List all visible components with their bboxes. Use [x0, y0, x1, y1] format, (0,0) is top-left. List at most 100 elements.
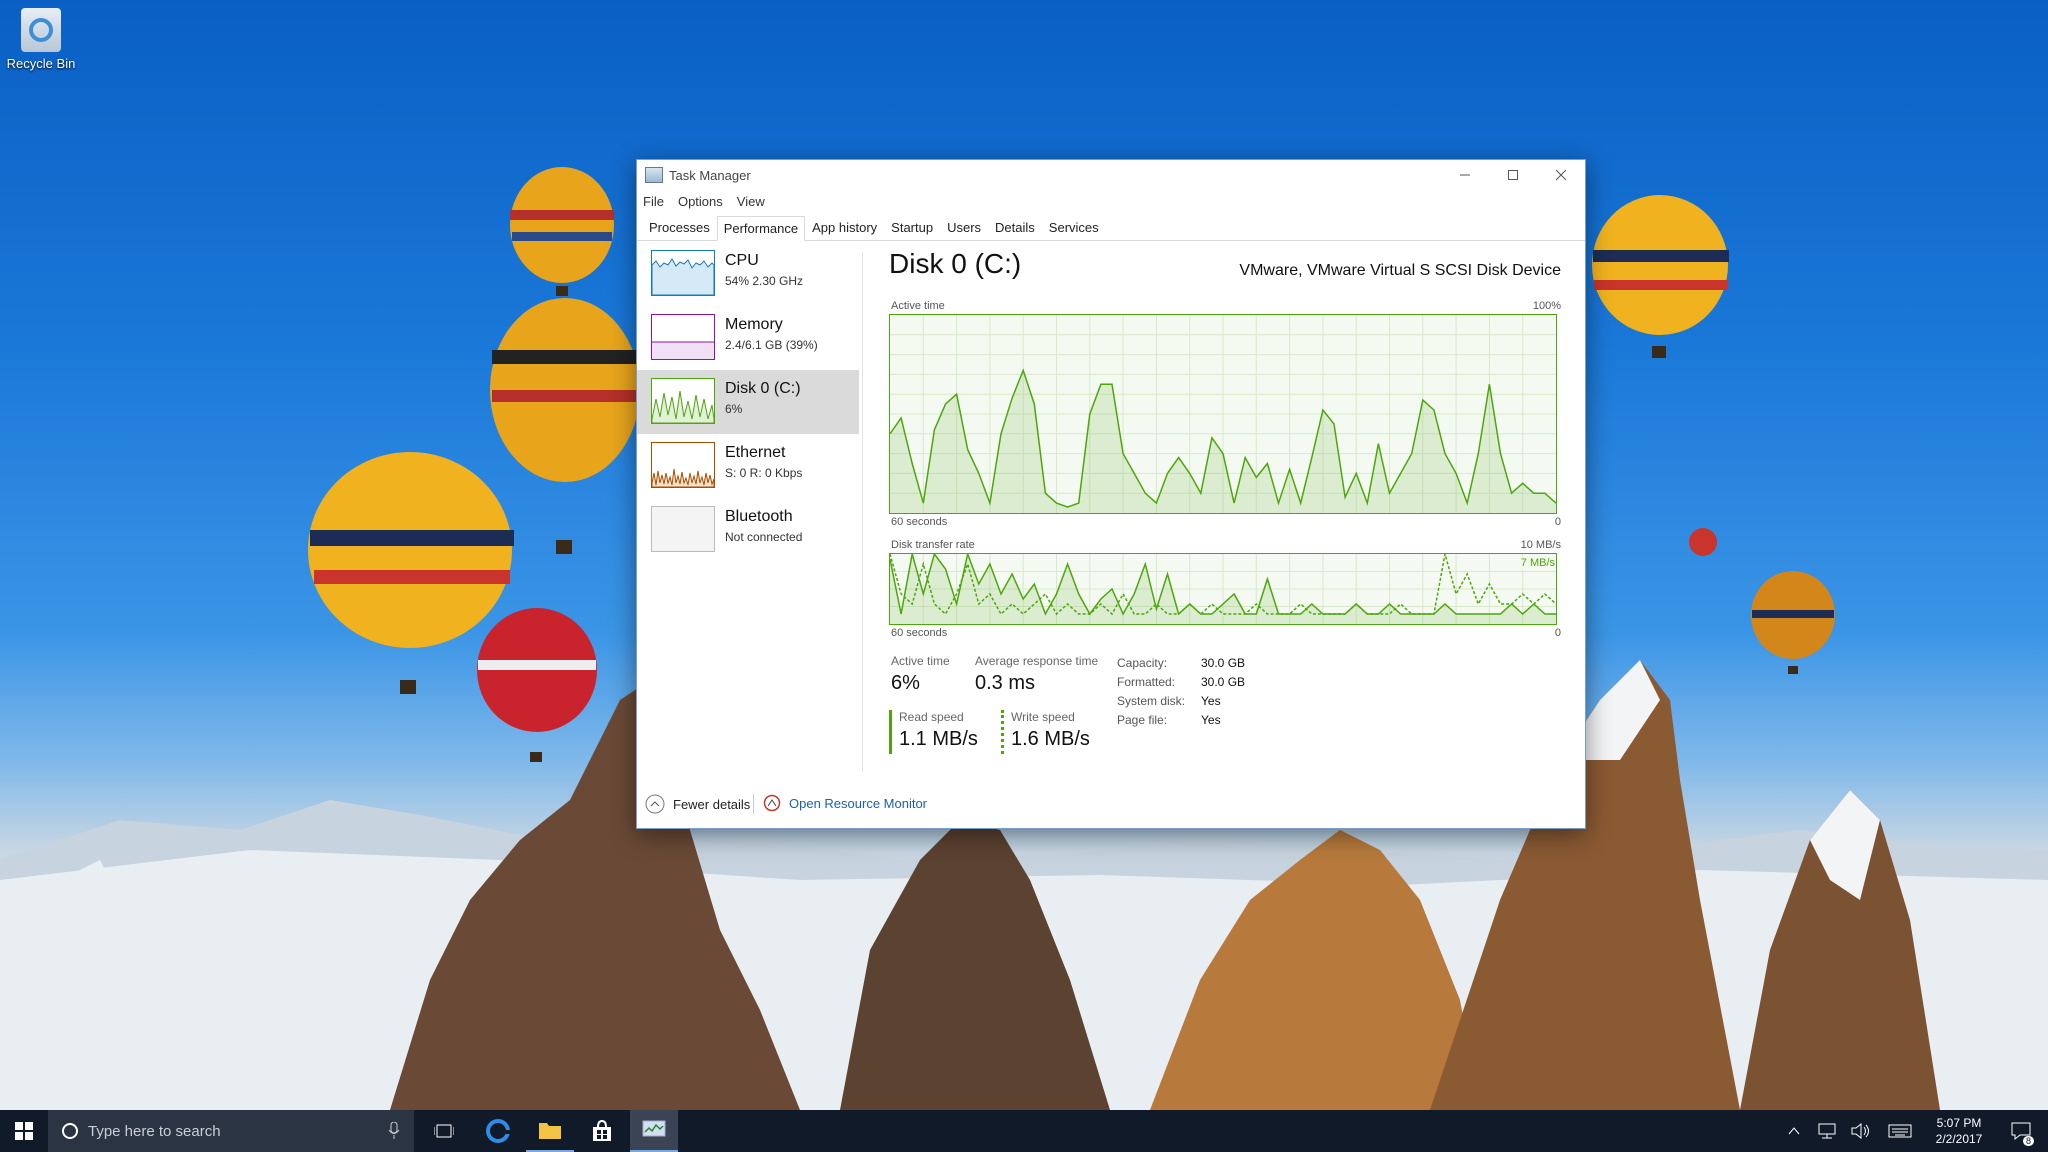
transfer-chart-max: 10 MB/s: [1521, 539, 1561, 551]
tab-details[interactable]: Details: [988, 215, 1042, 240]
clock-time: 5:07 PM: [1937, 1115, 1982, 1131]
prop-formatted-value: 30.0 GB: [1201, 675, 1245, 689]
performance-body: CPU 54% 2.30 GHz Memory 2.4/6.1 GB (39%)…: [637, 242, 1585, 780]
tab-services[interactable]: Services: [1042, 215, 1106, 240]
store-taskbar-button[interactable]: [578, 1110, 626, 1152]
sidebar-item-label: Ethernet: [725, 444, 785, 462]
resource-monitor-icon: [763, 794, 781, 812]
tab-app-history[interactable]: App history: [805, 215, 884, 240]
active-time-chart: [889, 314, 1557, 514]
clock-date: 2/2/2017: [1936, 1131, 1983, 1147]
notification-count-badge: 8: [2023, 1136, 2034, 1146]
prop-capacity-label: Capacity:: [1117, 656, 1167, 670]
active-time-stat-value: 6%: [891, 672, 920, 695]
menu-view[interactable]: View: [737, 194, 765, 209]
action-center-button[interactable]: 8: [2000, 1110, 2042, 1152]
write-speed-marker: [1001, 710, 1004, 754]
tab-processes[interactable]: Processes: [642, 215, 717, 240]
memory-thumbnail-graph: [651, 314, 715, 360]
transfer-chart-label: Disk transfer rate: [891, 539, 975, 551]
sidebar-item-label: CPU: [725, 252, 759, 270]
open-resource-monitor-link[interactable]: Open Resource Monitor: [763, 794, 927, 812]
write-speed-label: Write speed: [1011, 710, 1075, 724]
folder-icon: [538, 1120, 562, 1140]
maximize-button[interactable]: [1489, 160, 1537, 190]
sidebar-item-sub: S: 0 R: 0 Kbps: [725, 466, 802, 480]
sidebar-item-sub: 2.4/6.1 GB (39%): [725, 338, 818, 352]
active-time-chart-x-end: 0: [1555, 516, 1561, 528]
close-button[interactable]: [1537, 160, 1585, 190]
transfer-chart-x-end: 0: [1555, 627, 1561, 639]
recycle-bin-icon: [21, 8, 61, 52]
touch-keyboard-button[interactable]: [1882, 1110, 1918, 1152]
keyboard-icon: [1888, 1124, 1912, 1138]
prop-capacity-value: 30.0 GB: [1201, 656, 1245, 670]
sidebar-item-bluetooth[interactable]: Bluetooth Not connected: [637, 498, 859, 562]
tab-startup[interactable]: Startup: [884, 215, 940, 240]
transfer-chart-x-label: 60 seconds: [891, 627, 947, 639]
prop-page-file-value: Yes: [1201, 713, 1221, 727]
write-speed-value: 1.6 MB/s: [1011, 728, 1090, 751]
store-icon: [591, 1120, 613, 1142]
ethernet-thumbnail-graph: [651, 442, 715, 488]
sidebar-item-cpu[interactable]: CPU 54% 2.30 GHz: [637, 242, 859, 306]
menu-file[interactable]: File: [643, 194, 664, 209]
pane-divider[interactable]: [862, 252, 863, 772]
volume-tray-button[interactable]: [1846, 1110, 1876, 1152]
minimize-button[interactable]: [1441, 160, 1489, 190]
search-placeholder: Type here to search: [88, 1123, 221, 1140]
taskbar-search-box[interactable]: Type here to search: [48, 1110, 414, 1152]
transfer-rate-chart: [889, 553, 1557, 625]
task-view-icon: [434, 1123, 454, 1139]
window-title: Task Manager: [669, 168, 751, 183]
start-button[interactable]: [0, 1110, 48, 1152]
clock-button[interactable]: 5:07 PM 2/2/2017: [1922, 1110, 1996, 1152]
sidebar-item-label: Bluetooth: [725, 508, 793, 526]
read-speed-label: Read speed: [899, 710, 964, 724]
show-hidden-icons-button[interactable]: [1780, 1110, 1808, 1152]
microphone-icon[interactable]: [388, 1122, 400, 1140]
transfer-chart-inner-max: 7 MB/s: [1521, 557, 1555, 569]
fewer-details-button[interactable]: Fewer details: [645, 794, 750, 814]
recycle-bin-label: Recycle Bin: [6, 56, 76, 71]
footer-separator: [753, 794, 754, 814]
task-view-button[interactable]: [420, 1110, 468, 1152]
device-name: VMware, VMware Virtual S SCSI Disk Devic…: [1239, 262, 1561, 280]
chevron-up-icon: [645, 794, 665, 814]
read-speed-value: 1.1 MB/s: [899, 728, 978, 751]
edge-taskbar-button[interactable]: [474, 1110, 522, 1152]
taskbar: Type here to search 5:07 PM 2/2/2017 8: [0, 1110, 2048, 1152]
read-speed-marker: [889, 710, 892, 754]
task-manager-icon: [642, 1120, 666, 1140]
balloon: [1689, 528, 1717, 556]
fewer-details-label: Fewer details: [673, 797, 750, 812]
recycle-bin-desktop-icon[interactable]: Recycle Bin: [6, 8, 76, 71]
sidebar-item-memory[interactable]: Memory 2.4/6.1 GB (39%): [637, 306, 859, 370]
sidebar-item-ethernet[interactable]: Ethernet S: 0 R: 0 Kbps: [637, 434, 859, 498]
balloon: [477, 608, 597, 762]
task-manager-icon: [645, 167, 663, 183]
minimize-icon: [1459, 169, 1471, 181]
maximize-icon: [1507, 169, 1519, 181]
panel-title: Disk 0 (C:): [889, 248, 1021, 280]
network-tray-button[interactable]: [1812, 1110, 1842, 1152]
menu-options[interactable]: Options: [678, 194, 723, 209]
task-manager-taskbar-button[interactable]: [630, 1110, 678, 1152]
disk-thumbnail-graph: [651, 378, 715, 424]
avg-response-value: 0.3 ms: [975, 672, 1035, 695]
cpu-thumbnail-graph: [651, 250, 715, 296]
open-resource-monitor-label: Open Resource Monitor: [789, 796, 927, 811]
chevron-up-icon: [1788, 1126, 1800, 1136]
tab-users[interactable]: Users: [940, 215, 988, 240]
sidebar-item-disk[interactable]: Disk 0 (C:) 6%: [637, 370, 859, 434]
sidebar-item-sub: Not connected: [725, 530, 802, 544]
tab-performance[interactable]: Performance: [717, 216, 805, 241]
menu-bar: File Options View: [637, 190, 1585, 212]
prop-formatted-label: Formatted:: [1117, 675, 1175, 689]
bluetooth-thumbnail-graph: [651, 506, 715, 552]
disk-detail-panel: Disk 0 (C:) VMware, VMware Virtual S SCS…: [889, 242, 1561, 780]
prop-system-disk-value: Yes: [1201, 694, 1221, 708]
file-explorer-taskbar-button[interactable]: [526, 1110, 574, 1152]
active-time-chart-max: 100%: [1533, 300, 1561, 312]
title-bar[interactable]: Task Manager: [637, 160, 1585, 190]
